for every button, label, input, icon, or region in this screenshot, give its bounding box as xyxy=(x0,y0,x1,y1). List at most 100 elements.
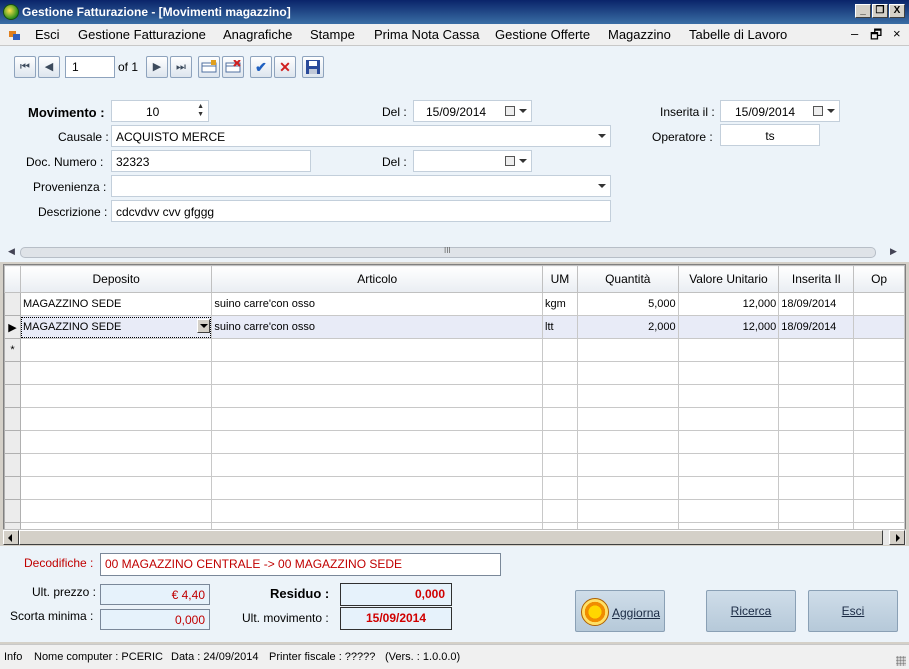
causale-select[interactable]: ACQUISTO MERCE xyxy=(111,125,611,147)
col-header-quantita[interactable]: Quantità xyxy=(576,265,679,293)
row-marker[interactable] xyxy=(4,384,21,408)
confirm-check-icon[interactable]: ✔ xyxy=(250,56,272,78)
operatore-field[interactable]: ts xyxy=(720,124,820,146)
menu-gestione-offerte[interactable]: Gestione Offerte xyxy=(495,27,590,42)
table-row[interactable]: ▶ MAGAZZINO SEDE suino carre'con osso lt… xyxy=(4,315,905,339)
empty-cell[interactable] xyxy=(542,361,578,385)
empty-cell[interactable] xyxy=(853,430,905,454)
empty-cell[interactable] xyxy=(853,499,905,523)
cell-op[interactable] xyxy=(853,315,905,339)
empty-cell[interactable] xyxy=(576,384,679,408)
cancel-x-icon[interactable]: ✕ xyxy=(274,56,296,78)
empty-cell[interactable] xyxy=(576,499,679,523)
table-row[interactable] xyxy=(4,499,905,523)
empty-cell[interactable] xyxy=(542,453,578,477)
movimento-input[interactable]: 10 ▲ ▼ xyxy=(111,100,209,122)
cell-valore-unitario[interactable]: 12,000 xyxy=(677,292,780,316)
cell-dropdown-icon[interactable] xyxy=(197,319,211,333)
empty-cell[interactable] xyxy=(576,430,679,454)
empty-cell[interactable] xyxy=(778,384,855,408)
col-header-valore-unitario[interactable]: Valore Unitario xyxy=(677,265,780,293)
table-row[interactable] xyxy=(4,476,905,500)
menu-stampe[interactable]: Stampe xyxy=(310,27,355,42)
cell-op[interactable] xyxy=(853,338,905,362)
empty-cell[interactable] xyxy=(576,407,679,431)
table-row[interactable]: * xyxy=(4,338,905,362)
empty-cell[interactable] xyxy=(677,453,780,477)
col-header-um[interactable]: UM xyxy=(542,265,578,293)
empty-cell[interactable] xyxy=(542,430,578,454)
chevron-down-icon[interactable] xyxy=(519,159,527,163)
row-marker[interactable] xyxy=(4,476,21,500)
provenienza-select[interactable] xyxy=(111,175,611,197)
del2-date-field[interactable] xyxy=(413,150,532,172)
esci-button[interactable]: Esci xyxy=(808,590,898,632)
calendar-icon[interactable] xyxy=(505,106,515,116)
scroll-left-icon[interactable] xyxy=(3,530,19,545)
empty-cell[interactable] xyxy=(19,430,213,454)
restore-button[interactable]: ❐ xyxy=(872,4,888,18)
cell-um[interactable]: ltt xyxy=(542,315,578,339)
empty-cell[interactable] xyxy=(211,407,544,431)
empty-cell[interactable] xyxy=(853,384,905,408)
calendar-icon[interactable] xyxy=(505,156,515,166)
empty-cell[interactable] xyxy=(211,430,544,454)
cell-quantita[interactable]: 5,000 xyxy=(576,292,679,316)
empty-cell[interactable] xyxy=(778,430,855,454)
descrizione-input[interactable]: cdcvdvv cvv gfggg xyxy=(111,200,611,222)
empty-cell[interactable] xyxy=(542,407,578,431)
mdi-minimize-button[interactable]: – xyxy=(851,26,858,41)
empty-cell[interactable] xyxy=(778,361,855,385)
empty-cell[interactable] xyxy=(19,361,213,385)
resize-grip-icon[interactable] xyxy=(896,656,906,666)
next-record-icon[interactable]: ▶ xyxy=(146,56,168,78)
scroll-thumb[interactable] xyxy=(19,530,883,545)
empty-cell[interactable] xyxy=(542,499,578,523)
cell-quantita[interactable]: 2,000 xyxy=(576,315,679,339)
save-disk-icon[interactable] xyxy=(302,56,324,78)
row-marker[interactable] xyxy=(4,453,21,477)
doc-numero-input[interactable]: 32323 xyxy=(111,150,311,172)
table-row[interactable] xyxy=(4,453,905,477)
chevron-down-icon[interactable] xyxy=(598,134,606,138)
scroll-left-icon[interactable]: ◀ xyxy=(8,246,15,257)
menu-esci[interactable]: Esci xyxy=(35,27,60,42)
menu-magazzino[interactable]: Magazzino xyxy=(608,27,671,42)
row-marker[interactable] xyxy=(4,499,21,523)
mdi-close-button[interactable]: × xyxy=(893,26,901,41)
empty-cell[interactable] xyxy=(778,407,855,431)
empty-cell[interactable] xyxy=(677,430,780,454)
first-record-icon[interactable]: ⏮ xyxy=(14,56,36,78)
empty-cell[interactable] xyxy=(211,499,544,523)
empty-cell[interactable] xyxy=(677,407,780,431)
cell-inserita-il[interactable]: 18/09/2014 xyxy=(778,292,855,316)
cell-valore-unitario[interactable] xyxy=(677,338,780,362)
cell-inserita-il[interactable]: 18/09/2014 xyxy=(778,315,855,339)
cell-valore-unitario[interactable]: 12,000 xyxy=(677,315,780,339)
empty-cell[interactable] xyxy=(778,476,855,500)
grid-horizontal-scrollbar[interactable] xyxy=(3,529,906,545)
menu-prima-nota-cassa[interactable]: Prima Nota Cassa xyxy=(374,27,479,42)
empty-cell[interactable] xyxy=(853,476,905,500)
empty-cell[interactable] xyxy=(778,453,855,477)
table-row[interactable] xyxy=(4,384,905,408)
menu-gestione-fatturazione[interactable]: Gestione Fatturazione xyxy=(78,27,206,42)
prev-record-icon[interactable]: ◀ xyxy=(38,56,60,78)
delete-record-icon[interactable] xyxy=(222,56,244,78)
row-marker[interactable] xyxy=(4,292,21,316)
menu-tabelle-di-lavoro[interactable]: Tabelle di Lavoro xyxy=(689,27,787,42)
empty-cell[interactable] xyxy=(211,361,544,385)
calendar-icon[interactable] xyxy=(813,106,823,116)
del1-date-field[interactable]: 15/09/2014 xyxy=(413,100,532,122)
cell-deposito[interactable] xyxy=(19,338,213,362)
menu-anagrafiche[interactable]: Anagrafiche xyxy=(223,27,292,42)
record-position-input[interactable]: 1 xyxy=(65,56,115,78)
cell-inserita-il[interactable] xyxy=(778,338,855,362)
empty-cell[interactable] xyxy=(576,361,679,385)
cell-um[interactable]: kgm xyxy=(542,292,578,316)
col-header-inserita-il[interactable]: Inserita Il xyxy=(778,265,855,293)
chevron-down-icon[interactable] xyxy=(598,184,606,188)
spin-arrows-icon[interactable]: ▲ ▼ xyxy=(197,103,204,119)
cell-quantita[interactable] xyxy=(576,338,679,362)
row-marker[interactable] xyxy=(4,407,21,431)
